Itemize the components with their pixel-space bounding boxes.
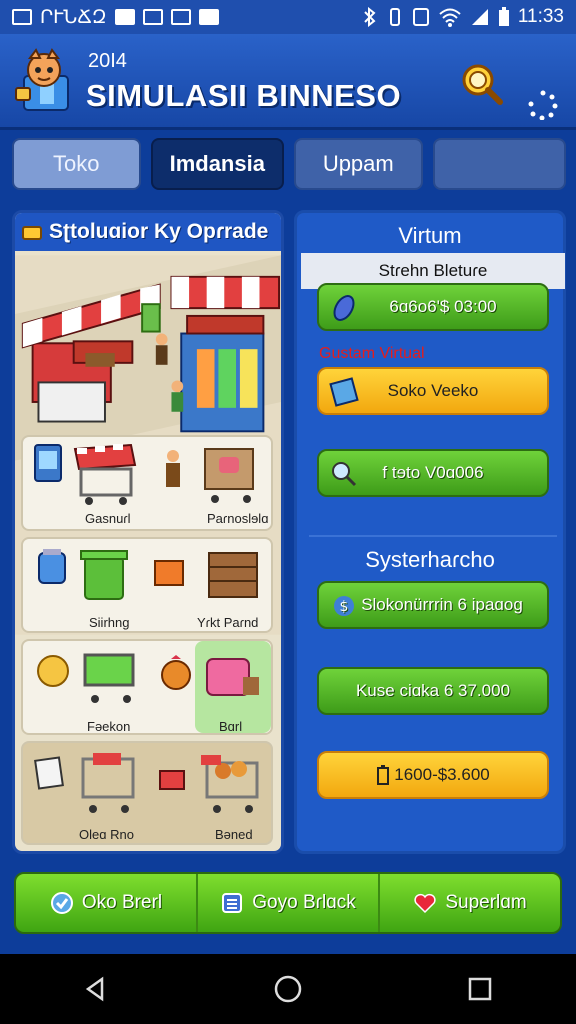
tab-imdansia[interactable]: Imdansia: [150, 138, 284, 190]
status-bar: ՐՒՆՃԶ 11:33: [0, 0, 576, 34]
shop-panel-header: Sʈtoluɑior Ky Opɾrade: [15, 213, 281, 251]
gem-icon: [333, 295, 355, 321]
item-label: Bɑrl: [219, 719, 243, 734]
divider: [309, 535, 557, 537]
system-button-1-label: Slokonürrrin 6 ipaɑog: [361, 595, 523, 614]
home-icon: [274, 975, 302, 1003]
heart-icon: [414, 893, 436, 914]
battery-icon: [498, 7, 509, 26]
sign-board-icon: [34, 756, 64, 790]
magnifier-icon: [332, 462, 357, 487]
wifi-icon: [439, 8, 461, 27]
navigation-bar: [0, 954, 576, 1024]
system-button-2[interactable]: Kuse ciɑka 6 37.000: [317, 667, 549, 715]
crate-icon: [208, 552, 258, 598]
bottom-button-goyo[interactable]: Goyo Bɾlɑck: [198, 874, 380, 932]
virtual-button-3-label: f tɘto V0ɑ006: [382, 463, 484, 482]
clock: 11:33: [517, 6, 564, 27]
recents-icon: [468, 977, 492, 1001]
gallery-icon: [142, 9, 163, 25]
item-label: Gasnuɾl: [85, 511, 131, 526]
notification-icon: [12, 9, 32, 25]
cart-icon: [81, 753, 135, 813]
green-cart-icon: [83, 653, 135, 703]
calculator-icon: [222, 893, 243, 913]
bottom-button-super[interactable]: Superlɑm: [380, 874, 560, 932]
item-label: Bəned: [215, 827, 253, 842]
tab-toko[interactable]: Toko: [12, 138, 141, 190]
item-label: Oleɑ Rno: [79, 827, 134, 842]
shop-panel-title: Sʈtoluɑior Ky Opɾrade: [49, 220, 269, 243]
virtual-panel-title: Virtum: [398, 223, 462, 248]
system-button-1[interactable]: $ Slokonürrrin 6 ipaɑog: [317, 581, 549, 629]
cart-with-goods-icon: [204, 448, 254, 503]
box-icon: [154, 560, 184, 586]
mascot-logo-icon: [15, 48, 69, 111]
back-button[interactable]: [76, 969, 116, 1009]
item-label: Paɾnoslɘlɑ: [207, 511, 269, 526]
app-header: 20Ӏ4 SIMULASII BINNESO: [0, 34, 576, 130]
person-icon: [166, 450, 180, 487]
vibrate-icon: [389, 8, 400, 26]
virtual-button-2[interactable]: Soko Veeko: [317, 367, 549, 415]
bottom-action-bar: Oko Brerl Goyo Bɾlɑck Superlɑm: [14, 872, 562, 934]
search-icon: [462, 64, 503, 105]
check-shield-icon: [50, 892, 73, 914]
item-label: Fəekon: [87, 719, 131, 734]
nfc-icon: [412, 8, 429, 26]
gift-box-icon: [206, 658, 259, 696]
photo-icon: [170, 9, 191, 25]
item-card[interactable]: Gasnuɾl Paɾnoslɘlɑ: [21, 435, 273, 531]
app-title: SIMULASII BINNESO: [86, 78, 402, 113]
signal-icon: [471, 9, 488, 25]
bluetooth-icon: [364, 7, 376, 27]
trash-bin-icon: [80, 550, 128, 600]
carrier-label: ՐՒՆՃԶ: [40, 6, 107, 28]
recents-button[interactable]: [460, 969, 500, 1009]
tab-bar: Toko Imdansia Uppam: [12, 138, 566, 190]
item-card[interactable]: Fəekon Bɑrl: [21, 639, 273, 735]
coin-face-icon: [37, 655, 69, 687]
bottom-button-oko[interactable]: Oko Brerl: [16, 874, 198, 932]
upgrade-icon: [22, 226, 42, 240]
battery-cash-icon: [377, 765, 390, 785]
vending-icon: [34, 444, 62, 482]
system-button-2-label: Kuse ciɑka 6 37.000: [355, 681, 511, 700]
bag-icon: [198, 9, 219, 25]
bottom-button-super-label: Superlɑm: [445, 892, 527, 913]
virtual-button-3[interactable]: f tɘto V0ɑ006: [317, 449, 549, 497]
back-icon: [85, 976, 104, 1002]
item-card[interactable]: Siirhng Yɾkt Paɾnd: [21, 537, 273, 633]
svg-text:$: $: [340, 599, 349, 615]
basket-icon: [159, 770, 185, 790]
item-card[interactable]: Oleɑ Rno Bəned: [21, 741, 273, 845]
system-section-title: Systerhaɾcho: [365, 547, 495, 572]
custom-virtual-label: Gustam Virtual: [319, 345, 425, 362]
loaded-cart-icon: [201, 755, 259, 813]
pouch-icon: [161, 655, 191, 690]
system-button-3[interactable]: 1600-$3.600: [317, 751, 549, 799]
system-button-3-label: 1600-$3.600: [394, 765, 490, 784]
dollar-icon: $: [334, 596, 354, 616]
tab-uppam[interactable]: Uppam: [294, 138, 423, 190]
virtual-button-1[interactable]: 6ɑ6o6'$ 03:00: [317, 283, 549, 331]
virtual-button-2-label: Soko Veeko: [387, 381, 479, 400]
market-stall-right[interactable]: [170, 275, 281, 433]
item-label: Yɾkt Paɾnd: [197, 615, 259, 630]
tab-empty[interactable]: [432, 138, 566, 190]
shopping-cart-icon: [73, 443, 137, 505]
bottom-button-goyo-label: Goyo Bɾlɑck: [252, 892, 356, 913]
virtual-button-1-label: 6ɑ6o6'$ 03:00: [389, 297, 497, 316]
item-label: Siirhng: [89, 615, 130, 630]
bottom-button-oko-label: Oko Brerl: [81, 892, 163, 913]
shop-panel: Sʈtoluɑior Ky Opɾrade Gasnuɾl Paɾnoslɘlɑ…: [12, 210, 284, 854]
home-button[interactable]: [268, 969, 308, 1009]
search-button[interactable]: [458, 60, 504, 106]
virtual-panel: Virtum Stɾehn Bletuɾe 6ɑ6o6'$ 03:00 Gust…: [294, 210, 566, 854]
loading-spinner-icon: [528, 90, 558, 120]
message-icon: [114, 9, 135, 25]
header-year: 20Ӏ4: [88, 50, 127, 72]
ticket-icon: [329, 377, 359, 407]
jar-icon: [38, 549, 66, 584]
